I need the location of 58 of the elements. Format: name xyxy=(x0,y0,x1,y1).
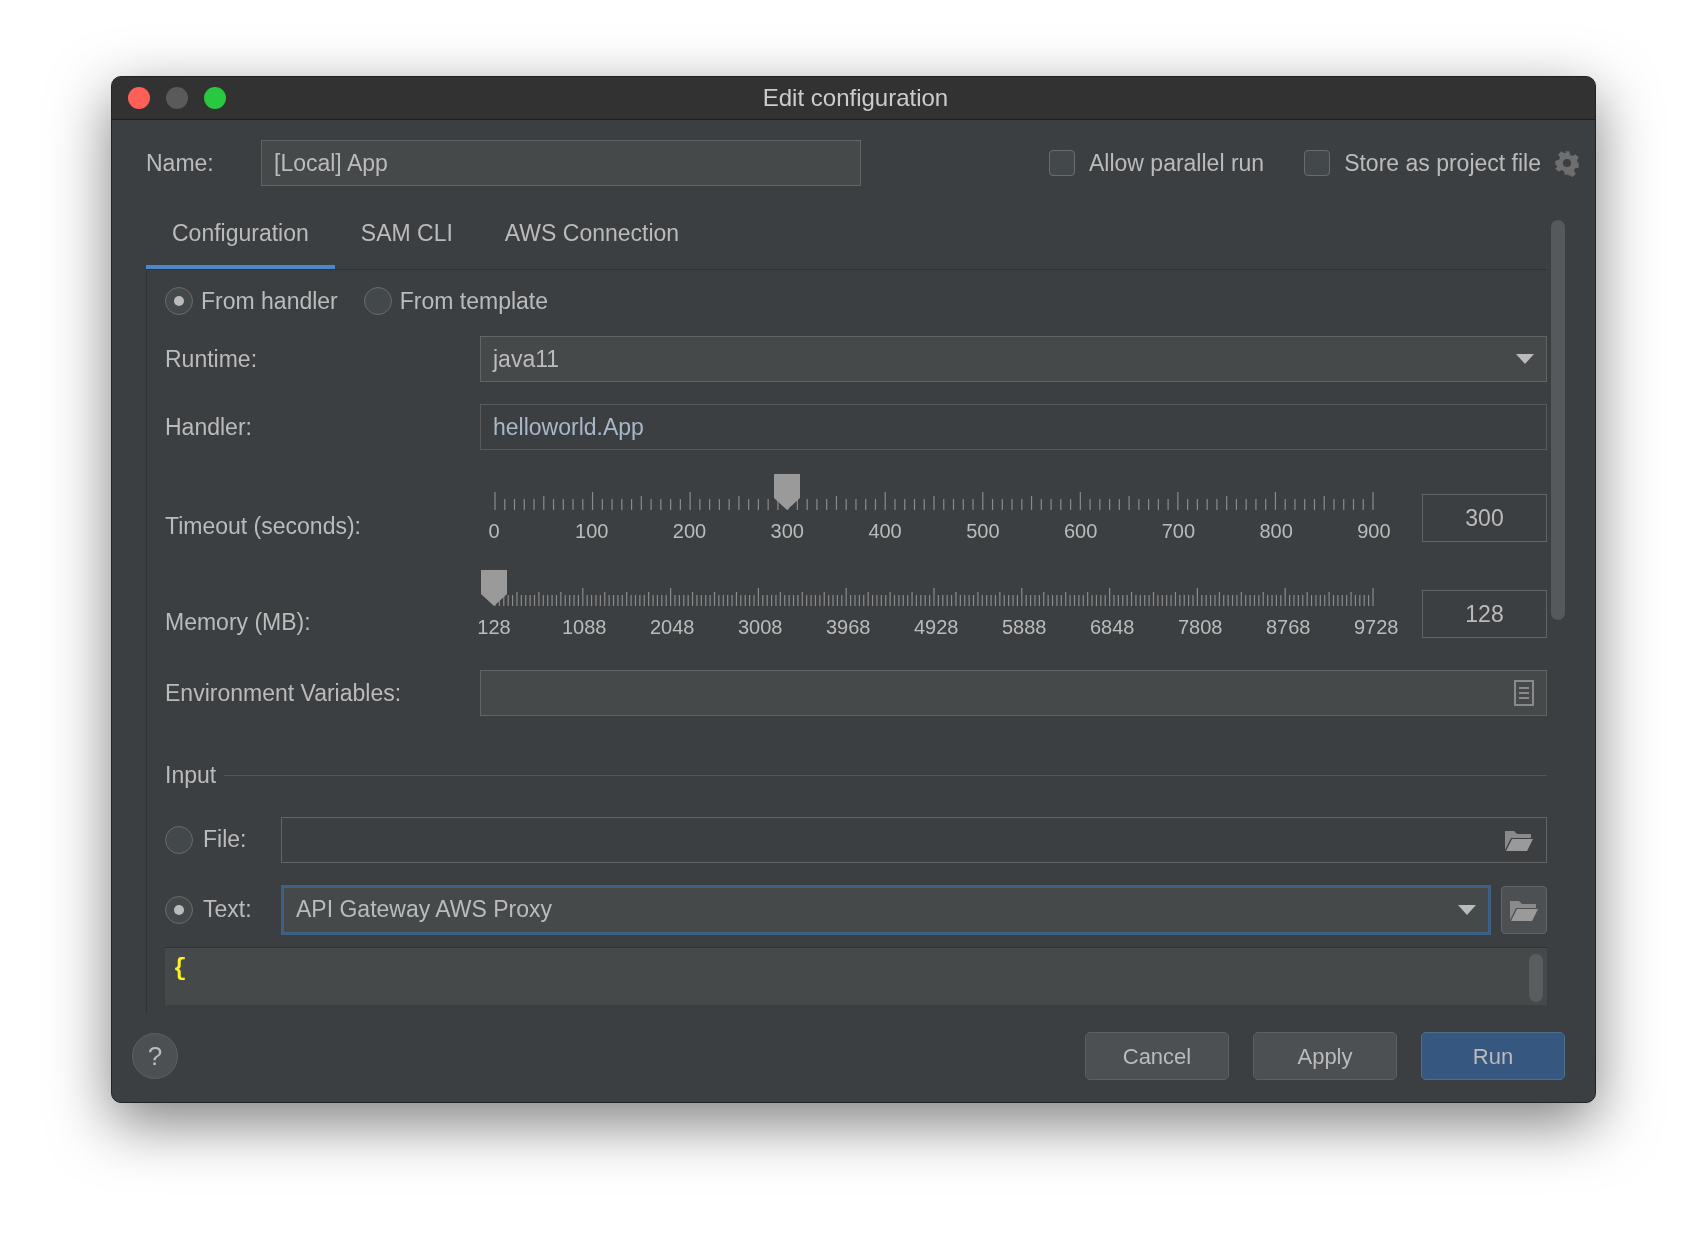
tick-label: 200 xyxy=(671,519,708,544)
tick-label: 100 xyxy=(574,519,610,544)
radio-button[interactable] xyxy=(363,286,392,315)
checkbox-label: Store as project file xyxy=(1344,148,1541,178)
tick-label: 300 xyxy=(769,519,805,544)
value-field[interactable]: 300 xyxy=(1422,494,1547,542)
field-label: Memory (MB): xyxy=(165,607,312,637)
scrollbar[interactable] xyxy=(1551,220,1565,620)
template-dropdown[interactable]: API Gateway AWS Proxy xyxy=(281,884,1491,935)
dialog-button[interactable]: Apply xyxy=(1253,1032,1397,1080)
zoom-button[interactable] xyxy=(204,87,226,109)
field-label: Handler: xyxy=(165,412,253,442)
caret-icon xyxy=(1516,354,1534,364)
checkbox[interactable] xyxy=(1304,150,1331,176)
tick-label: 500 xyxy=(965,519,1001,544)
tick-label: 600 xyxy=(1062,519,1099,544)
tick-label: 400 xyxy=(867,519,903,544)
radio-label: File: xyxy=(203,825,248,855)
radio-label: From template xyxy=(399,286,549,316)
caret-icon xyxy=(1458,904,1476,915)
section-title: Input xyxy=(165,761,217,790)
minimize-button[interactable] xyxy=(166,87,188,109)
tab[interactable]: Configuration xyxy=(146,208,335,269)
value-field[interactable]: 128 xyxy=(1422,590,1547,638)
name-field[interactable]: [Local] App xyxy=(261,140,861,186)
dialog-button[interactable]: Cancel xyxy=(1085,1032,1229,1080)
field-label: Timeout (seconds): xyxy=(165,511,362,541)
checkbox[interactable] xyxy=(1049,150,1075,176)
field-label: Environment Variables: xyxy=(165,678,403,708)
slider-thumb[interactable] xyxy=(772,474,803,510)
radio-label: From handler xyxy=(201,286,338,316)
radio-button[interactable] xyxy=(165,286,193,315)
window-title: Edit configuration xyxy=(761,83,950,113)
dialog-button[interactable]: Run xyxy=(1421,1032,1565,1080)
help-button[interactable]: ? xyxy=(132,1033,178,1079)
radio-button[interactable] xyxy=(165,825,193,854)
tab[interactable]: SAM CLI xyxy=(334,208,479,269)
code-line: { xyxy=(173,954,188,984)
tick-label: 700 xyxy=(1160,519,1197,544)
checkbox-label: Allow parallel run xyxy=(1089,148,1265,178)
close-button[interactable] xyxy=(128,87,150,109)
document-icon[interactable] xyxy=(1514,680,1534,706)
tick-label: 800 xyxy=(1258,519,1294,544)
tick-label: 0 xyxy=(487,519,501,544)
radio-button[interactable] xyxy=(165,895,193,924)
handler-field[interactable]: helloworld.App xyxy=(480,404,1547,450)
field-label: Runtime: xyxy=(165,344,259,374)
tab[interactable]: AWS Connection xyxy=(478,208,706,269)
field-label: Name: xyxy=(146,148,215,178)
tick-label: 128 xyxy=(476,615,512,640)
browse-button[interactable] xyxy=(1501,885,1547,934)
radio-label: Text: xyxy=(203,895,253,925)
gear-icon[interactable] xyxy=(1553,149,1581,177)
file-path-field[interactable] xyxy=(281,816,1547,863)
environment-variables-field[interactable] xyxy=(480,670,1547,716)
runtime-dropdown[interactable]: java11 xyxy=(480,336,1547,382)
slider-thumb[interactable] xyxy=(479,570,509,606)
tick-label: 900 xyxy=(1356,519,1392,544)
